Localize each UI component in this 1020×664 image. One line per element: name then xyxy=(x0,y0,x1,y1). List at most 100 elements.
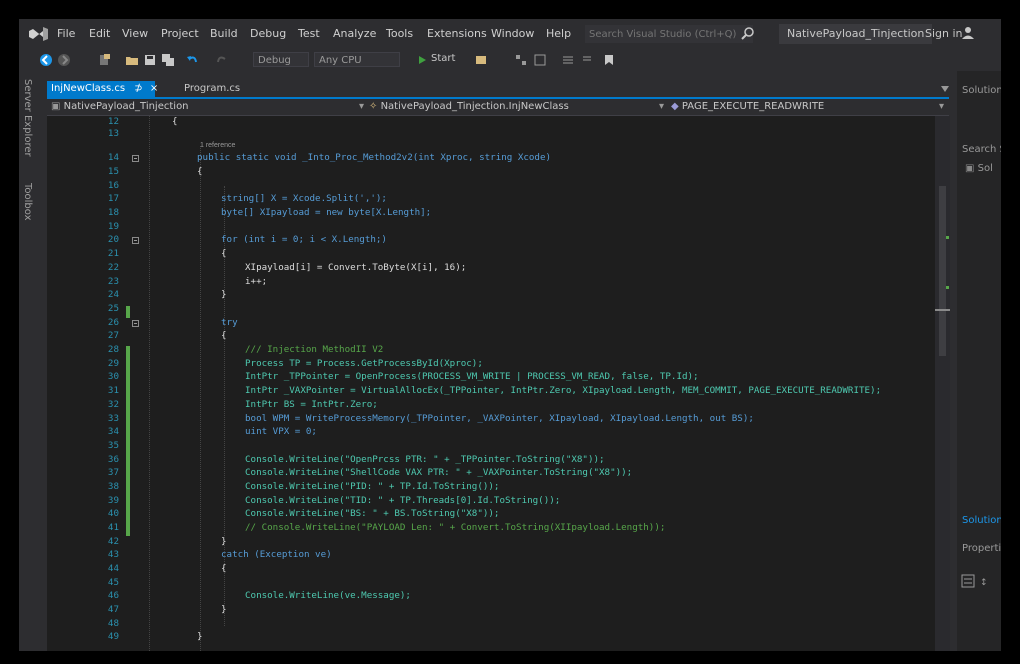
line-number: 25 xyxy=(107,303,119,314)
menu-project[interactable]: Project xyxy=(161,27,199,40)
code-line: 15 { xyxy=(47,166,935,180)
menu-debug[interactable]: Debug xyxy=(250,27,286,40)
chevron-down-icon[interactable]: ▾ xyxy=(359,101,364,112)
line-number: 13 xyxy=(107,128,119,139)
bookmark-icon[interactable] xyxy=(602,53,616,67)
pin-icon[interactable]: ⊅ xyxy=(134,83,142,94)
code-line: 46 Console.WriteLine(ve.Message); xyxy=(47,590,935,604)
code-text: string[] X = Xcode.Split(','); xyxy=(221,193,387,204)
type-dropdown[interactable]: ✧ NativePayload_Tinjection.InjNewClass xyxy=(369,101,569,112)
scrollbar-thumb[interactable] xyxy=(939,186,946,356)
menu-extensions[interactable]: Extensions xyxy=(427,27,487,40)
solution-search-input[interactable]: Search S xyxy=(962,144,1001,155)
line-number: 46 xyxy=(107,590,119,601)
menu-test[interactable]: Test xyxy=(298,27,320,40)
code-line: 19 xyxy=(47,221,935,235)
menu-window[interactable]: Window xyxy=(491,27,534,40)
tab-overflow-chevron-icon[interactable] xyxy=(941,86,949,92)
fold-collapse-icon[interactable] xyxy=(132,320,139,327)
tab-program[interactable]: Program.cs xyxy=(180,81,244,97)
vertical-scrollbar[interactable] xyxy=(935,116,950,651)
tab-injnewclass[interactable]: InjNewClass.cs ⊅ × xyxy=(47,81,158,97)
reference-codelens[interactable]: 1 reference xyxy=(200,142,235,149)
undo-icon[interactable] xyxy=(185,53,199,67)
menu-help[interactable]: Help xyxy=(546,27,571,40)
code-line: 36 Console.WriteLine("OpenPrcss PTR: " + … xyxy=(47,454,935,468)
sign-in-link[interactable]: Sign in xyxy=(925,27,963,40)
project-dropdown[interactable]: ▣ NativePayload_Tinjection xyxy=(51,101,189,112)
start-play-icon[interactable] xyxy=(415,53,429,67)
line-number: 27 xyxy=(107,330,119,341)
code-line: 40 Console.WriteLine("BS: " + BS.ToString… xyxy=(47,508,935,522)
code-text: Process TP = Process.GetProcessById(Xpro… xyxy=(245,358,483,369)
tab-label: Program.cs xyxy=(184,83,241,94)
server-explorer-tab[interactable]: Server Explorer xyxy=(22,79,33,157)
comment-icon[interactable] xyxy=(561,53,575,67)
properties-icon[interactable] xyxy=(533,53,547,67)
quick-launch-input[interactable] xyxy=(585,25,753,43)
menu-tools[interactable]: Tools xyxy=(386,27,413,40)
alphabetical-icon[interactable]: ↕ xyxy=(979,574,993,588)
search-icon[interactable] xyxy=(741,26,755,40)
menu-build[interactable]: Build xyxy=(210,27,238,40)
fold-collapse-icon[interactable] xyxy=(132,237,139,244)
scroll-change-marker xyxy=(946,286,949,289)
categorized-icon[interactable] xyxy=(961,574,975,588)
code-line: 43 catch (Exception ve) xyxy=(47,549,935,563)
solution-tree-item[interactable]: ▣ Sol xyxy=(965,163,993,174)
line-number: 31 xyxy=(107,385,119,396)
solution-explorer-link[interactable]: Solution xyxy=(962,515,1001,526)
line-number: 37 xyxy=(107,467,119,478)
line-number: 18 xyxy=(107,207,119,218)
code-line: 35 xyxy=(47,440,935,454)
code-text: for (int i = 0; i < X.Length;) xyxy=(221,234,387,245)
menu-edit[interactable]: Edit xyxy=(89,27,110,40)
solution-configuration-select[interactable]: Debug xyxy=(253,52,309,67)
code-text: } xyxy=(221,536,227,547)
code-editor[interactable]: 1 reference 12 { 13 14 public static void … xyxy=(47,116,935,651)
line-number: 24 xyxy=(107,289,119,300)
menu-view[interactable]: View xyxy=(122,27,148,40)
line-number: 39 xyxy=(107,495,119,506)
menu-analyze[interactable]: Analyze xyxy=(333,27,376,40)
solution-explorer-icon[interactable] xyxy=(514,53,528,67)
start-button[interactable]: Start xyxy=(431,53,455,64)
code-line: 34 uint VPX = 0; xyxy=(47,426,935,440)
solution-platform-select[interactable]: Any CPU xyxy=(314,52,400,67)
open-folder-icon[interactable] xyxy=(125,53,139,67)
code-text: Console.WriteLine("OpenPrcss PTR: " + _T… xyxy=(245,454,605,465)
fold-collapse-icon[interactable] xyxy=(132,155,139,162)
line-number: 22 xyxy=(107,262,119,273)
code-text: { xyxy=(197,166,203,177)
user-icon[interactable] xyxy=(961,26,975,40)
toolbox-tab[interactable]: Toolbox xyxy=(22,183,33,221)
line-number: 32 xyxy=(107,399,119,410)
code-text: Console.WriteLine(ve.Message); xyxy=(245,590,411,601)
code-line: 33 bool WPM = WriteProcessMemory(_TPPoint… xyxy=(47,413,935,427)
new-project-icon[interactable] xyxy=(97,53,111,67)
code-line: 16 xyxy=(47,180,935,194)
code-text: { xyxy=(221,248,227,259)
project-name: NativePayload_Tinjection xyxy=(63,101,189,112)
solution-tree-label: Sol xyxy=(977,163,993,174)
menu-file[interactable]: File xyxy=(57,27,75,40)
member-dropdown[interactable]: ◆ PAGE_EXECUTE_READWRITE xyxy=(671,101,824,112)
member-name: PAGE_EXECUTE_READWRITE xyxy=(681,101,825,112)
line-number: 23 xyxy=(107,276,119,287)
code-text: } xyxy=(197,631,203,642)
save-icon[interactable] xyxy=(143,53,157,67)
close-icon[interactable]: × xyxy=(150,83,158,94)
code-line: 27 { xyxy=(47,330,935,344)
save-all-icon[interactable] xyxy=(161,53,175,67)
code-line: 24} xyxy=(47,289,935,303)
code-line: 30 IntPtr _TPPointer = OpenProcess(PROCES… xyxy=(47,371,935,385)
attach-icon[interactable] xyxy=(474,53,488,67)
chevron-down-icon[interactable]: ▾ xyxy=(659,101,664,112)
uncomment-icon[interactable] xyxy=(579,53,593,67)
back-icon[interactable] xyxy=(39,53,53,67)
forward-icon[interactable] xyxy=(57,53,71,67)
code-line: 22 XIpayload[i] = Convert.ToByte(X[i], 16… xyxy=(47,262,935,276)
chevron-down-icon[interactable]: ▾ xyxy=(939,101,944,112)
code-text: XIpayload[i] = Convert.ToByte(X[i], 16); xyxy=(245,262,467,273)
redo-icon[interactable] xyxy=(215,53,229,67)
